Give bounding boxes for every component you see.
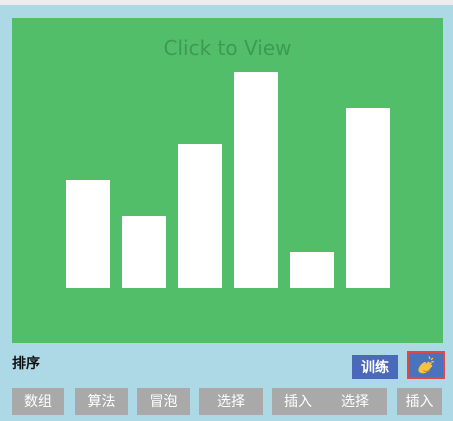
train-button[interactable]: 训练 (352, 355, 398, 379)
clap-icon (418, 356, 435, 374)
bar-2 (122, 216, 166, 288)
bar-3 (178, 144, 222, 288)
bar-1 (66, 180, 110, 288)
tag-bubble[interactable]: 冒泡 (137, 388, 190, 415)
tag-algorithm[interactable]: 算法 (75, 388, 128, 415)
clap-button[interactable] (407, 351, 445, 379)
tag-array[interactable]: 数组 (12, 388, 64, 415)
preview-card[interactable]: Click to View (12, 18, 443, 343)
bar-chart (66, 72, 390, 288)
top-strip (0, 0, 453, 5)
tag-selection-2[interactable]: 选择 (323, 388, 387, 415)
tag-list: 数组 算法 冒泡 选择 插入 选择 插入 (12, 388, 443, 415)
bar-6 (346, 108, 390, 288)
category-title: 排序 (12, 356, 40, 372)
bar-4 (234, 72, 278, 288)
tag-insertion[interactable]: 插入 (272, 388, 324, 415)
tag-selection[interactable]: 选择 (199, 388, 263, 415)
bar-5 (290, 252, 334, 288)
tag-insertion-2[interactable]: 插入 (397, 388, 442, 415)
